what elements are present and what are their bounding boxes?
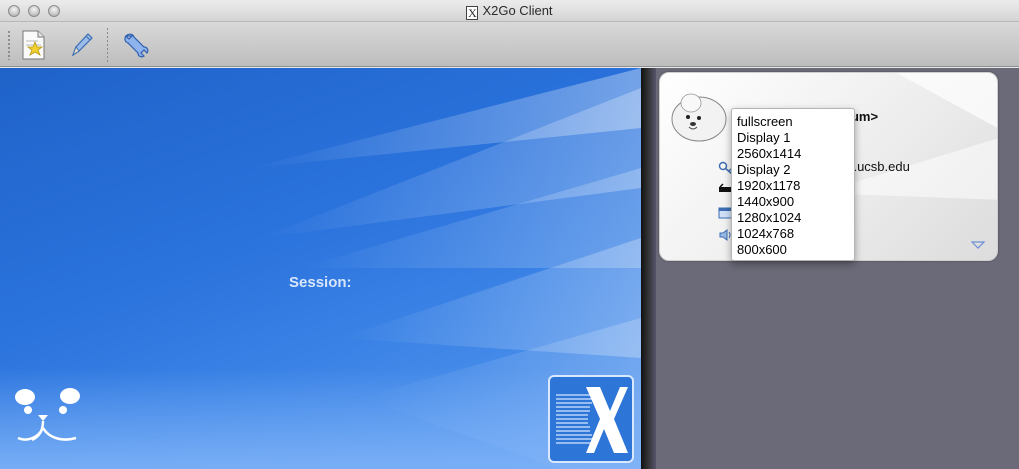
new-session-button[interactable] [16,28,50,62]
toolbar-grip[interactable] [7,30,11,60]
resolution-option[interactable]: 1024x768 [737,226,854,242]
session-background-pane: Session: [0,68,641,469]
window-title: X2Go Client [482,3,553,18]
session-label: Session: [289,274,352,291]
toolbar-separator [107,28,108,64]
window-title-wrap: X X2Go Client [0,3,1019,20]
background-rays [0,68,641,469]
resolution-option[interactable]: Display 2 [737,162,854,178]
preferences-button[interactable] [118,28,152,62]
panda-logo-icon [12,386,86,457]
resolution-option[interactable]: fullscreen [737,114,854,130]
resolution-option[interactable]: 1920x1178 [737,178,854,194]
wrench-icon [118,33,152,66]
pane-splitter[interactable] [641,68,656,469]
resolution-option[interactable]: Display 1 [737,130,854,146]
x2go-logo-icon [548,375,634,463]
x2go-app-icon: X [466,6,479,20]
seal-avatar-icon [669,89,729,148]
resolution-option[interactable]: 1280x1024 [737,210,854,226]
new-session-icon [16,30,50,66]
toolbar [0,22,1019,67]
resolution-option[interactable]: 2560x1414 [737,146,854,162]
chevron-down-icon[interactable] [970,237,986,249]
x2go-window: X X2Go Client Session: num> ceas.ucsb.ed… [0,0,1019,469]
edit-session-button[interactable] [64,28,98,62]
pencil-icon [64,33,98,66]
resolution-option[interactable]: 800x600 [737,242,854,258]
resolution-dropdown[interactable]: fullscreen Display 1 2560x1414 Display 2… [731,108,855,261]
title-bar: X X2Go Client [0,0,1019,22]
resolution-option[interactable]: 1440x900 [737,194,854,210]
